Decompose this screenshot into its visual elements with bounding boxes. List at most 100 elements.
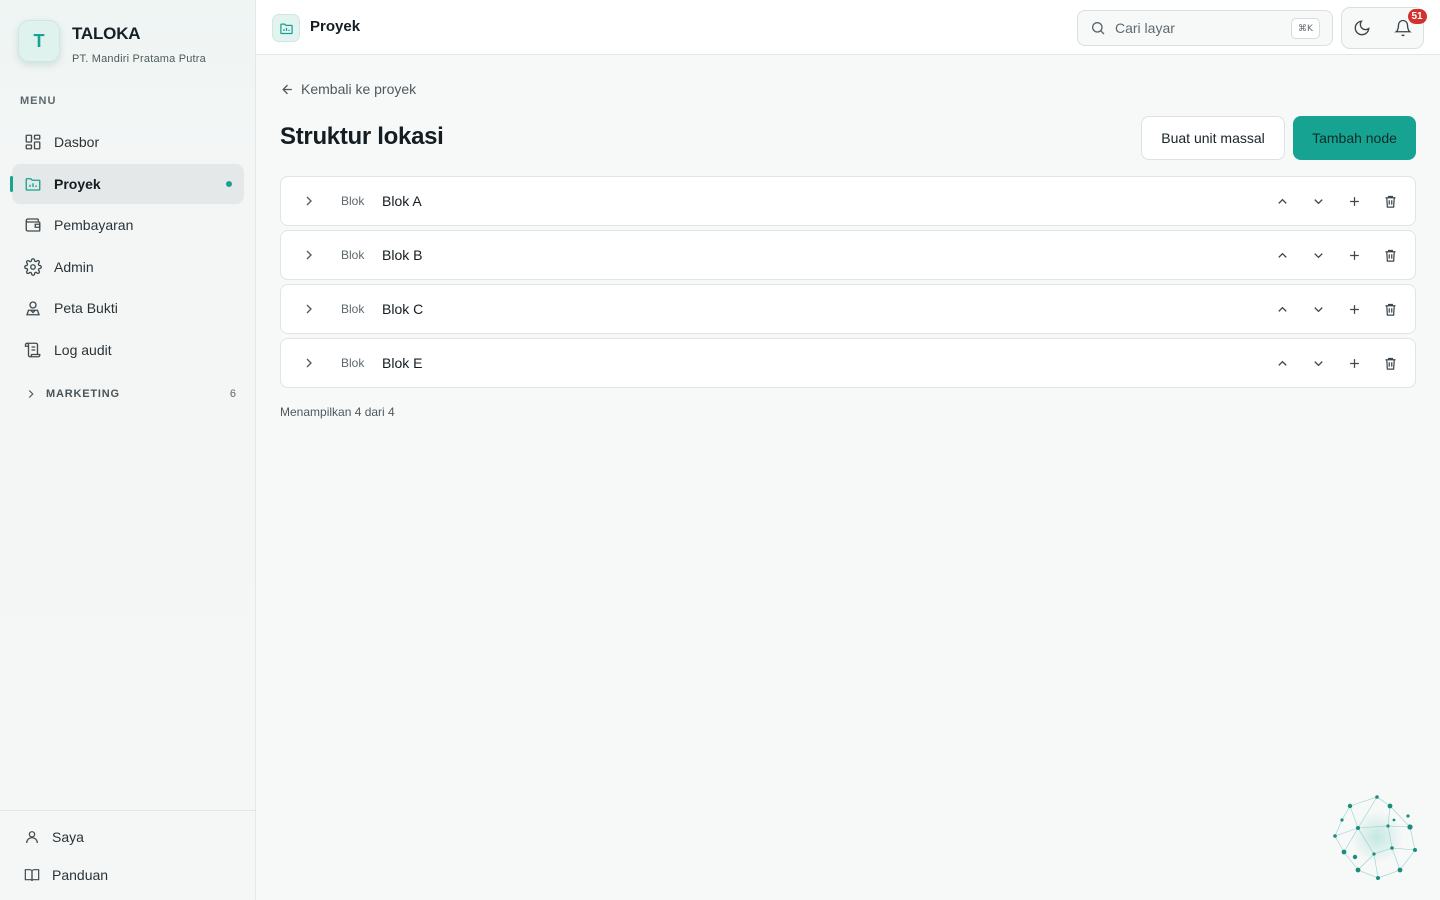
wallet-icon bbox=[24, 216, 42, 234]
node-name: Blok C bbox=[382, 301, 424, 317]
sidebar: T TALOKA PT. Mandiri Pratama Putra MENU … bbox=[0, 0, 256, 900]
chevron-right-icon[interactable] bbox=[301, 247, 317, 263]
trash-icon bbox=[1385, 357, 1395, 370]
menu-section-label: MENU bbox=[20, 95, 57, 107]
chevron-right-icon[interactable] bbox=[301, 301, 317, 317]
header-title: Proyek bbox=[310, 18, 361, 35]
gear-icon bbox=[24, 257, 42, 276]
network-graphic-icon[interactable] bbox=[1330, 792, 1420, 882]
sidebar-item-pembayaran[interactable]: Pembayaran bbox=[12, 205, 244, 245]
chevron-right-icon[interactable] bbox=[301, 355, 317, 371]
folder-chart-icon bbox=[272, 14, 300, 42]
sidebar-item-label: Admin bbox=[54, 258, 94, 275]
sidebar-item-label: Peta Bukti bbox=[54, 300, 118, 316]
chevron-right-icon bbox=[24, 387, 38, 401]
chevron-up-icon bbox=[1277, 360, 1287, 366]
row-actions bbox=[1257, 190, 1401, 212]
plus-icon bbox=[1349, 196, 1359, 206]
node-name: Blok B bbox=[382, 247, 423, 263]
sidebar-item-dasbor[interactable]: Dasbor bbox=[12, 122, 244, 162]
tree-row[interactable]: Blok Blok A bbox=[280, 176, 1416, 226]
top-header: Proyek ⌘K 51 bbox=[256, 0, 1440, 55]
add-child-button[interactable] bbox=[1343, 352, 1365, 374]
sidebar-item-admin[interactable]: Admin bbox=[12, 247, 244, 287]
section-label: MARKETING bbox=[46, 388, 120, 400]
trash-icon bbox=[1385, 195, 1395, 208]
brand-name: TALOKA bbox=[72, 24, 141, 43]
brand[interactable]: T TALOKA PT. Mandiri Pratama Putra bbox=[18, 20, 206, 65]
chevron-down-icon bbox=[1313, 306, 1323, 312]
arrow-left-icon bbox=[280, 82, 301, 97]
add-node-button[interactable]: Tambah node bbox=[1293, 116, 1416, 160]
plus-icon bbox=[1349, 250, 1359, 260]
add-child-button[interactable] bbox=[1343, 298, 1365, 320]
sidebar-item-label: Proyek bbox=[54, 175, 101, 192]
sidebar-item-saya[interactable]: Saya bbox=[24, 829, 84, 845]
move-down-button[interactable] bbox=[1307, 190, 1329, 212]
chevron-down-icon bbox=[1313, 252, 1323, 258]
sidebar-item-label: Dasbor bbox=[54, 134, 100, 150]
search-shortcut-hint: ⌘K bbox=[1291, 18, 1320, 39]
trash-icon bbox=[1385, 249, 1395, 262]
add-child-button[interactable] bbox=[1343, 244, 1365, 266]
chevron-right-icon[interactable] bbox=[301, 193, 317, 209]
sidebar-item-panduan[interactable]: Panduan bbox=[24, 867, 108, 883]
chevron-down-icon bbox=[1313, 198, 1323, 204]
node-type: Blok bbox=[341, 356, 365, 370]
page-title: Struktur lokasi bbox=[280, 123, 444, 150]
row-actions bbox=[1257, 352, 1401, 374]
sidebar-item-peta-bukti[interactable]: Peta Bukti bbox=[12, 288, 244, 328]
node-type: Blok bbox=[341, 248, 365, 262]
search-input[interactable] bbox=[1115, 20, 1280, 36]
user-icon bbox=[24, 829, 40, 845]
delete-node-button[interactable] bbox=[1379, 190, 1401, 212]
node-type: Blok bbox=[341, 302, 365, 316]
move-up-button[interactable] bbox=[1271, 298, 1293, 320]
notification-badge: 51 bbox=[1407, 9, 1427, 24]
notifications-button[interactable]: 51 bbox=[1383, 8, 1427, 48]
sidebar-item-proyek[interactable]: Proyek bbox=[10, 163, 244, 204]
result-count: Menampilkan 4 dari 4 bbox=[280, 405, 395, 419]
theme-toggle-button[interactable] bbox=[1342, 8, 1383, 48]
location-tree: Blok Blok A Blok Blok B Blok Blok C Blok… bbox=[280, 176, 1416, 392]
node-name: Blok A bbox=[382, 193, 422, 209]
add-child-button[interactable] bbox=[1343, 190, 1365, 212]
back-to-projects-link[interactable]: Kembali ke proyek bbox=[280, 81, 416, 97]
move-down-button[interactable] bbox=[1307, 298, 1329, 320]
delete-node-button[interactable] bbox=[1379, 298, 1401, 320]
search-box[interactable]: ⌘K bbox=[1077, 10, 1333, 46]
tree-row[interactable]: Blok Blok C bbox=[280, 284, 1416, 334]
move-up-button[interactable] bbox=[1271, 190, 1293, 212]
bell-icon bbox=[1393, 19, 1412, 37]
delete-node-button[interactable] bbox=[1379, 352, 1401, 374]
plus-icon bbox=[1349, 304, 1359, 314]
tree-row[interactable]: Blok Blok E bbox=[280, 338, 1416, 388]
chevron-up-icon bbox=[1277, 198, 1287, 204]
chevron-up-icon bbox=[1277, 306, 1287, 312]
node-name: Blok E bbox=[382, 355, 423, 371]
book-icon bbox=[24, 867, 40, 883]
delete-node-button[interactable] bbox=[1379, 244, 1401, 266]
move-down-button[interactable] bbox=[1307, 244, 1329, 266]
move-down-button[interactable] bbox=[1307, 352, 1329, 374]
move-up-button[interactable] bbox=[1271, 352, 1293, 374]
tree-row[interactable]: Blok Blok B bbox=[280, 230, 1416, 280]
node-type: Blok bbox=[341, 194, 365, 208]
moon-icon bbox=[1353, 19, 1371, 37]
sidebar-footer: Saya Panduan bbox=[0, 810, 256, 900]
active-indicator-dot bbox=[226, 180, 232, 187]
map-user-icon bbox=[24, 299, 42, 317]
header-icon-group: 51 bbox=[1341, 7, 1427, 49]
plus-icon bbox=[1349, 358, 1359, 368]
sidebar-item-label: Pembayaran bbox=[54, 217, 134, 233]
folder-chart-icon bbox=[24, 175, 42, 193]
bulk-create-units-button[interactable]: Buat unit massal bbox=[1141, 116, 1285, 160]
brand-company: PT. Mandiri Pratama Putra bbox=[72, 53, 206, 65]
scroll-icon bbox=[24, 341, 42, 359]
move-up-button[interactable] bbox=[1271, 244, 1293, 266]
sidebar-section-marketing[interactable]: MARKETING 6 bbox=[24, 384, 236, 404]
sidebar-item-log-audit[interactable]: Log audit bbox=[12, 330, 244, 370]
sidebar-item-label: Panduan bbox=[52, 867, 109, 883]
sidebar-nav: Dasbor Proyek Pembayaran Admin Peta Bukt… bbox=[10, 122, 244, 371]
search-icon bbox=[1090, 20, 1106, 36]
